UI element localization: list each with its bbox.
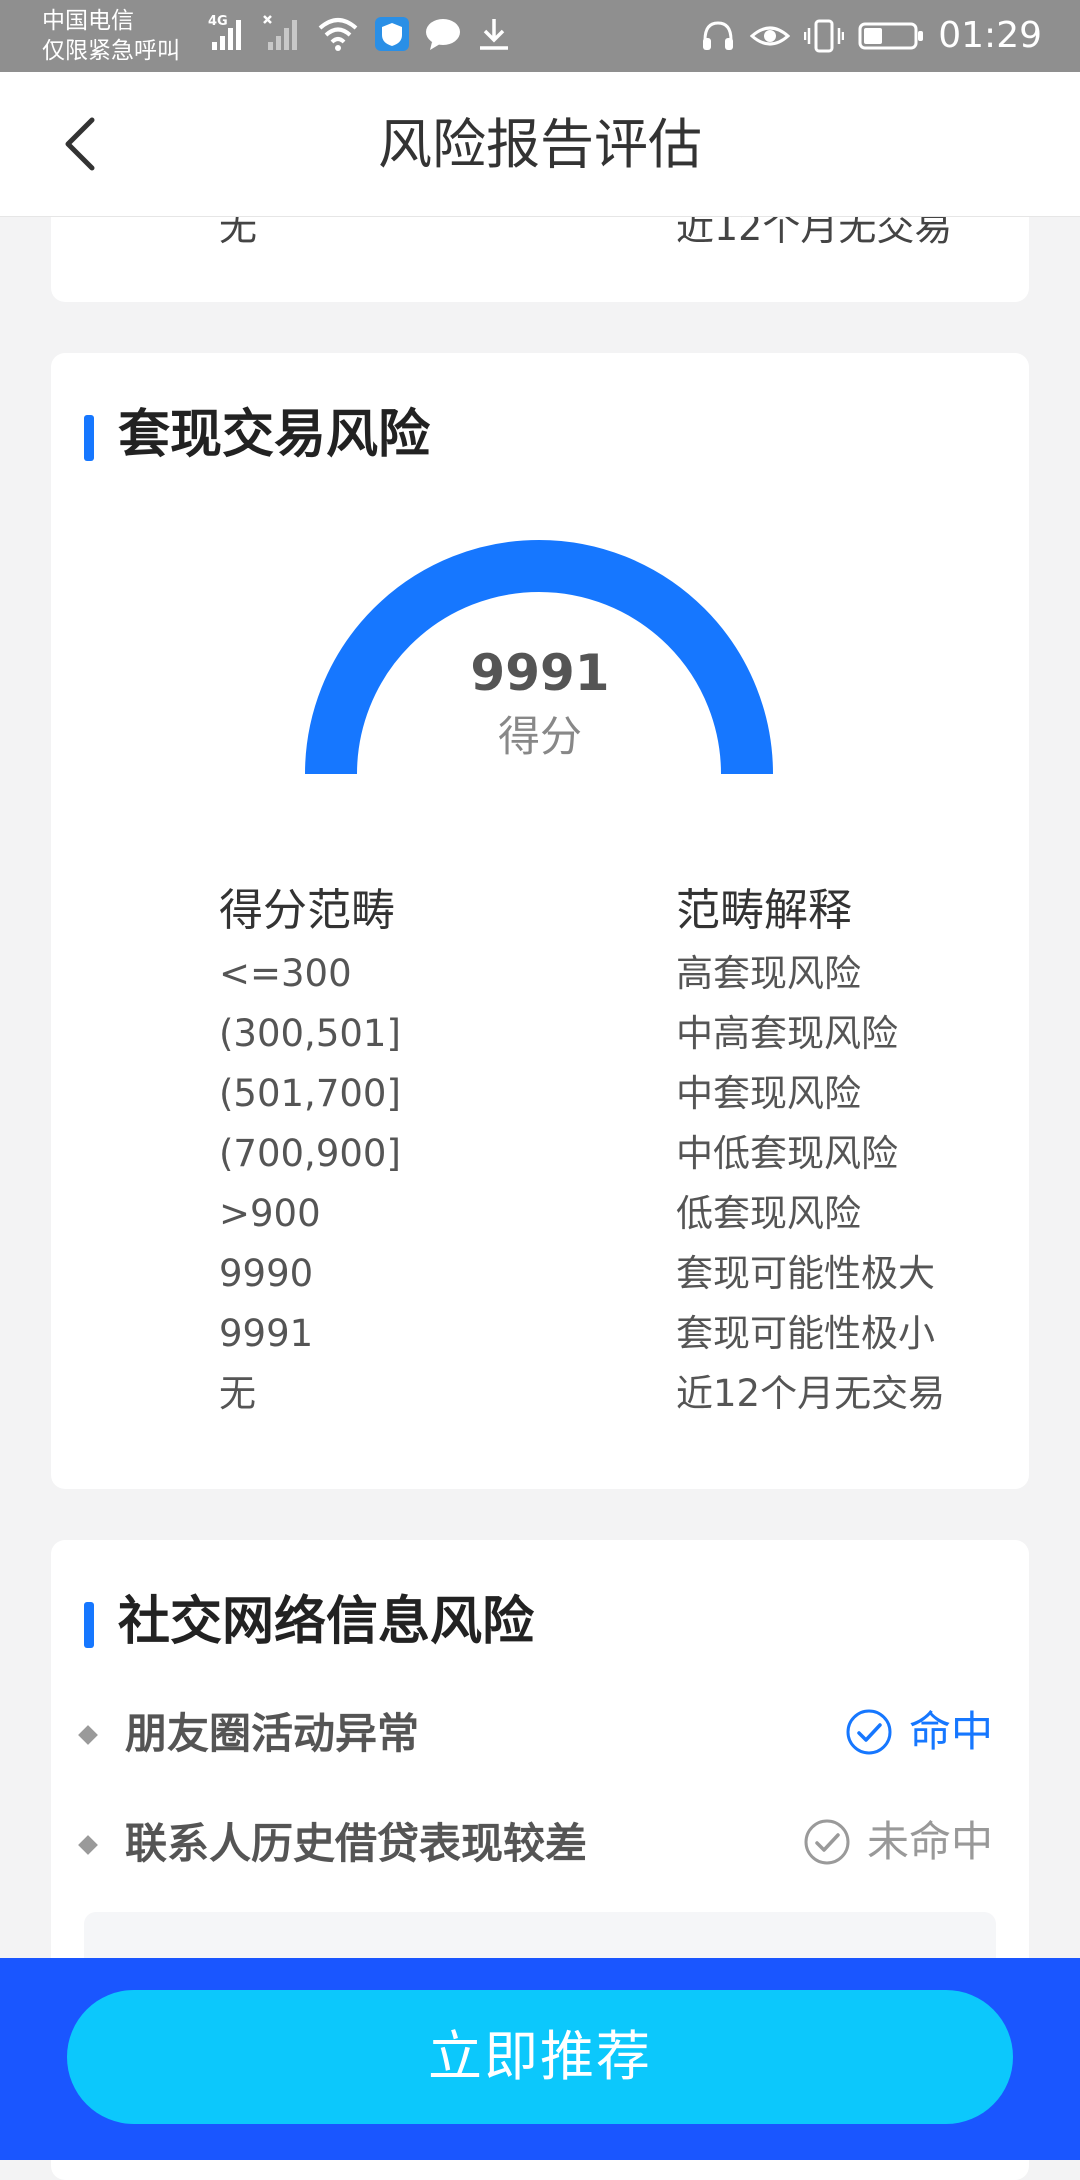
vibrate-icon	[804, 19, 845, 53]
score-explain-cell: 低套现风险	[676, 1192, 861, 1235]
score-explain-cell: 中套现风险	[676, 1072, 861, 1115]
section-accent-bar	[84, 1602, 94, 1648]
social-risk-title: 社交网络信息风险	[118, 1592, 535, 1652]
risk-item-moments: 朋友圈活动异常 命中	[78, 1700, 999, 1770]
risk-status-hit: 命中	[845, 1702, 993, 1762]
signal-off-icon	[263, 15, 297, 50]
cash-risk-card: 套现交易风险 9991 得分 得分范畴 范畴解释 <=300 高套现风险 (300,…	[51, 353, 1029, 1489]
table-header-explain: 范畴解释	[676, 885, 852, 936]
gauge-score: 9991	[470, 644, 610, 702]
carrier-name: 中国电信	[42, 8, 134, 34]
bullet-diamond-icon	[78, 1835, 98, 1855]
score-range-cell: (700,900]	[219, 1132, 401, 1175]
score-range-cell: 无	[219, 1372, 256, 1415]
battery-icon	[858, 22, 924, 50]
shield-app-icon	[375, 17, 409, 51]
risk-status-label: 未命中	[866, 1817, 993, 1866]
risk-status-label: 命中	[908, 1707, 993, 1756]
scroll-content[interactable]: 无 近12个月无交易 套现交易风险 9991 得分 得分范畴 范畴解释 <=30…	[0, 0, 1080, 2180]
carrier-info: 中国电信 仅限紧急呼叫	[42, 6, 180, 66]
recommend-now-button[interactable]: 立即推荐	[67, 1990, 1013, 2124]
score-range-cell: 9991	[219, 1312, 314, 1355]
gauge-label: 得分	[497, 712, 582, 761]
navigation-bar: 风险报告评估	[0, 72, 1080, 217]
check-circle-icon	[804, 1819, 850, 1865]
score-range-cell: <=300	[219, 952, 352, 995]
bullet-diamond-icon	[78, 1725, 98, 1745]
cash-risk-title: 套现交易风险	[118, 405, 431, 465]
check-circle-icon	[846, 1709, 892, 1755]
carrier-note: 仅限紧急呼叫	[42, 38, 180, 64]
score-range-cell: 9990	[219, 1252, 314, 1295]
download-icon	[480, 19, 508, 50]
wifi-icon	[318, 18, 358, 51]
signal-icon: 4G	[208, 14, 248, 54]
score-explain-cell: 套现可能性极小	[676, 1312, 935, 1355]
status-right-icons: 01:29	[700, 14, 1042, 58]
score-range-cell: >900	[219, 1192, 321, 1235]
score-range-cell: (501,700]	[219, 1072, 401, 1115]
risk-status-miss: 未命中	[803, 1812, 993, 1872]
eye-icon	[750, 26, 791, 46]
risk-item-contacts: 联系人历史借贷表现较差 未命中	[78, 1810, 999, 1880]
status-bar: 中国电信 仅限紧急呼叫 4G 01:29	[0, 0, 1080, 72]
score-explain-cell: 套现可能性极大	[676, 1252, 935, 1295]
risk-item-label: 朋友圈活动异常	[125, 1709, 420, 1758]
clock: 01:29	[938, 15, 1042, 56]
chat-bubble-icon	[426, 19, 460, 50]
risk-item-label: 联系人历史借贷表现较差	[125, 1819, 588, 1868]
score-explain-cell: 中低套现风险	[676, 1132, 898, 1175]
score-explain-cell: 中高套现风险	[676, 1012, 898, 1055]
page-title: 风险报告评估	[378, 113, 702, 176]
score-range-cell: (300,501]	[219, 1012, 401, 1055]
score-explain-cell: 近12个月无交易	[676, 1372, 946, 1415]
bottom-action-bar: 立即推荐	[0, 1958, 1080, 2160]
headset-icon	[703, 21, 734, 50]
score-explain-cell: 高套现风险	[676, 952, 861, 995]
table-header-range: 得分范畴	[219, 885, 395, 936]
status-left-icons: 4G	[208, 14, 512, 54]
section-accent-bar	[84, 415, 94, 461]
